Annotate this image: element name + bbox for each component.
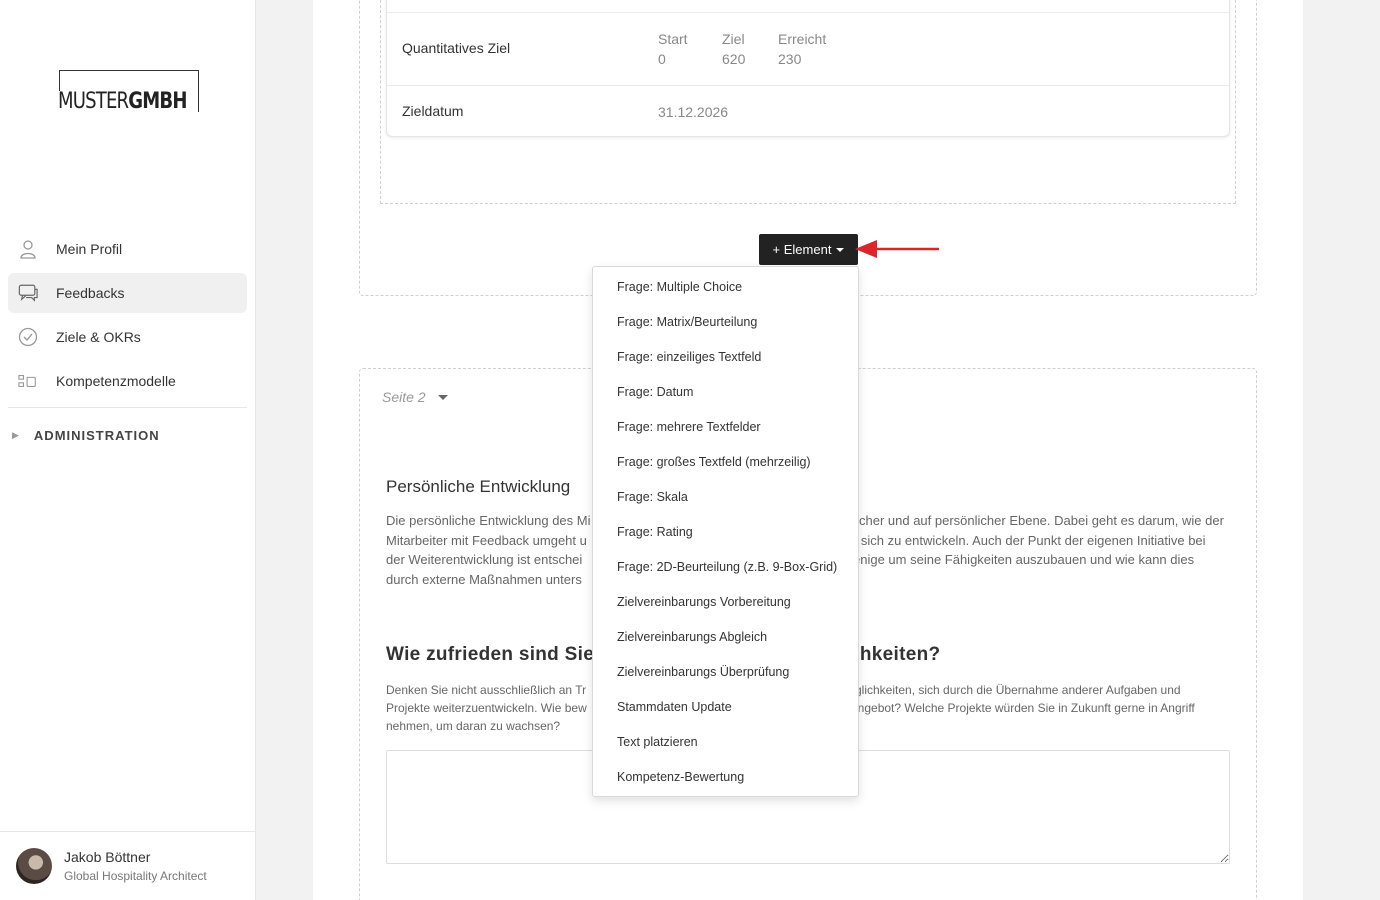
page-2-selector[interactable]: Seite 2 <box>382 389 448 405</box>
question-title: Wie zufrieden sind Sie chkeiten? <box>386 644 940 666</box>
check-circle-icon <box>18 327 38 347</box>
quantitative-goal-label: Quantitatives Ziel <box>402 40 511 56</box>
question-desc-part: Projekte weiterzuentwickeln. Wie bew <box>386 701 587 715</box>
menu-item-goal-review[interactable]: Zielvereinbarungs Überprüfung <box>593 655 858 690</box>
expand-triangle-icon: ▶ <box>12 430 20 440</box>
menu-item-single-line-text[interactable]: Frage: einzeiliges Textfeld <box>593 340 858 375</box>
menu-item-rating[interactable]: Frage: Rating <box>593 515 858 550</box>
competency-icon <box>18 371 38 391</box>
target-column: Ziel 620 <box>722 29 745 69</box>
caret-down-icon <box>836 247 845 252</box>
target-date-label: Zieldatum <box>402 103 464 119</box>
chat-icon <box>18 283 38 303</box>
target-date-value: 31.12.2026 <box>658 104 729 120</box>
question-desc-part: angebot? Welche Projekte würden Sie in Z… <box>851 701 1195 715</box>
start-label: Start <box>658 31 688 47</box>
logo-text-bold: GMBH <box>128 89 187 114</box>
achieved-column: Erreicht 230 <box>778 29 826 69</box>
nav-label: Kompetenzmodelle <box>56 373 176 389</box>
user-profile[interactable]: Jakob Böttner Global Hospitality Archite… <box>0 831 256 900</box>
section-text-part: durch externe Maßnahmen unters <box>386 571 582 587</box>
menu-item-goal-alignment[interactable]: Zielvereinbarungs Abgleich <box>593 620 858 655</box>
nav-label: Mein Profil <box>56 241 123 257</box>
company-logo[interactable]: MUSTERGMBH <box>58 70 199 114</box>
nav-section-administration[interactable]: ▶ ADMINISTRATION <box>12 428 160 443</box>
caret-down-icon <box>437 394 448 400</box>
nav-label: Feedbacks <box>56 285 125 301</box>
section-text-part: Die persönliche Entwicklung des Mi <box>386 513 591 528</box>
question-text-part: Wie zufrieden sind Sie <box>386 644 595 665</box>
menu-item-competency-rating[interactable]: Kompetenz-Bewertung <box>593 760 858 795</box>
menu-item-scale[interactable]: Frage: Skala <box>593 480 858 515</box>
section-text-part: enige um seine Fähigkeiten auszubauen un… <box>853 552 1195 567</box>
menu-item-master-data-update[interactable]: Stammdaten Update <box>593 690 858 725</box>
element-type-dropdown: Frage: Multiple Choice Frage: Matrix/Beu… <box>592 266 859 797</box>
achieved-label: Erreicht <box>778 31 827 47</box>
avatar <box>16 848 52 884</box>
menu-item-goal-preparation[interactable]: Zielvereinbarungs Vorbereitung <box>593 585 858 620</box>
achieved-value: 230 <box>778 51 802 67</box>
menu-item-multiple-textfields[interactable]: Frage: mehrere Textfelder <box>593 410 858 445</box>
menu-item-place-text[interactable]: Text platzieren <box>593 725 858 760</box>
section-text-part: d sich zu entwickeln. Auch der Punkt der… <box>850 532 1206 548</box>
annotation-arrow-icon <box>855 240 939 258</box>
sidebar: MUSTERGMBH Mein Profil Feedbacks Ziele &… <box>0 0 256 900</box>
main-nav: Mein Profil Feedbacks Ziele & OKRs Kompe… <box>8 229 247 405</box>
target-value: 620 <box>722 51 746 67</box>
user-icon <box>18 239 38 259</box>
menu-item-matrix[interactable]: Frage: Matrix/Beurteilung <box>593 305 858 340</box>
menu-item-date[interactable]: Frage: Datum <box>593 375 858 410</box>
page-2-label: Seite 2 <box>382 389 426 405</box>
nav-item-mein-profil[interactable]: Mein Profil <box>8 229 247 269</box>
user-role: Global Hospitality Architect <box>64 869 207 883</box>
menu-item-multiple-choice[interactable]: Frage: Multiple Choice <box>593 270 858 305</box>
section-text-part: der Weiterentwicklung ist entschei <box>386 552 583 567</box>
nav-item-kompetenzmodelle[interactable]: Kompetenzmodelle <box>8 361 247 401</box>
section-text-part: Mitarbeiter mit Feedback umgeht u <box>386 532 587 548</box>
section-title: Persönliche Entwicklung <box>386 477 571 496</box>
target-label: Ziel <box>722 31 745 47</box>
menu-item-2d-rating[interactable]: Frage: 2D-Beurteilung (z.B. 9-Box-Grid) <box>593 550 858 585</box>
nav-item-ziele-okrs[interactable]: Ziele & OKRs <box>8 317 247 357</box>
user-name: Jakob Böttner <box>64 849 151 865</box>
logo-text-light: MUSTER <box>58 89 129 114</box>
question-desc-part: nehmen, um daran zu wachsen? <box>386 719 561 733</box>
add-element-label: + Element <box>772 242 832 257</box>
nav-divider <box>8 407 247 408</box>
start-column: Start 0 <box>658 29 688 69</box>
question-desc-part: Denken Sie nicht ausschließlich an Tr <box>386 683 587 697</box>
menu-item-large-textfield[interactable]: Frage: großes Textfeld (mehrzeilig) <box>593 445 858 480</box>
nav-label: Ziele & OKRs <box>56 329 141 345</box>
question-text-part: chkeiten? <box>849 644 941 665</box>
admin-label: ADMINISTRATION <box>33 428 160 443</box>
start-value: 0 <box>658 51 666 67</box>
row-divider <box>387 12 1229 13</box>
row-divider <box>387 85 1229 86</box>
section-text-part: cher und auf persönlicher Ebene. Dabei g… <box>859 513 1224 528</box>
nav-item-feedbacks[interactable]: Feedbacks <box>8 273 247 313</box>
question-desc-part: glichkeiten, sich durch die Übernahme an… <box>855 683 1181 697</box>
add-element-button[interactable]: + Element <box>759 234 858 265</box>
